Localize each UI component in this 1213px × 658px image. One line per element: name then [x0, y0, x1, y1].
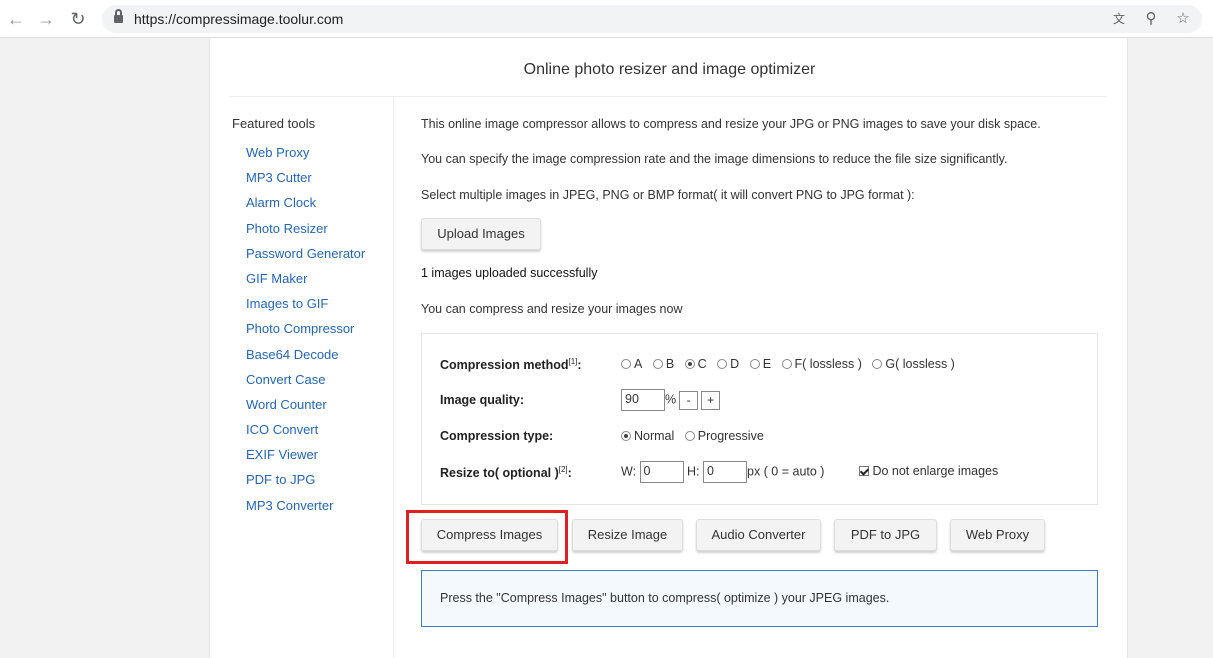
sidebar-link-web-proxy[interactable]: Web Proxy	[246, 145, 365, 170]
method-option-c[interactable]: C	[684, 357, 707, 371]
sidebar-link-ico-convert[interactable]: ICO Convert	[246, 422, 365, 447]
translate-icon[interactable]: 文	[1110, 10, 1128, 28]
web-proxy-button[interactable]: Web Proxy	[950, 519, 1045, 551]
sidebar-link-pdf-to-jpg[interactable]: PDF to JPG	[246, 472, 365, 497]
ready-text: You can compress and resize your images …	[421, 302, 683, 316]
compression-type-options: Normal Progressive	[621, 429, 771, 443]
sidebar-link-photo-compressor[interactable]: Photo Compressor	[246, 321, 365, 346]
audio-converter-button[interactable]: Audio Converter	[696, 519, 821, 551]
quality-minus-button[interactable]: -	[679, 390, 699, 410]
reload-icon[interactable]: ↻	[68, 9, 88, 29]
browser-toolbar: ← → ↻ https://compressimage.toolur.com 文…	[0, 0, 1213, 38]
bookmark-star-icon[interactable]: ☆	[1174, 10, 1192, 28]
method-option-d[interactable]: D	[717, 357, 739, 371]
quality-input[interactable]: 90	[621, 389, 665, 411]
sidebar-link-password-generator[interactable]: Password Generator	[246, 246, 365, 271]
lock-icon	[114, 9, 123, 23]
resize-footnote[interactable]: [2]	[559, 465, 568, 474]
sidebar-link-gif-maker[interactable]: GIF Maker	[246, 271, 365, 296]
back-arrow-icon[interactable]: ←	[6, 9, 26, 29]
percent-sign: %	[665, 392, 677, 407]
quality-plus-button[interactable]: +	[701, 390, 721, 410]
resize-image-button[interactable]: Resize Image	[572, 519, 683, 551]
sidebar-link-mp3-converter[interactable]: MP3 Converter	[246, 498, 365, 523]
address-bar[interactable]: https://compressimage.toolur.com 文 ⚲ ☆	[102, 5, 1202, 33]
type-normal-option[interactable]: Normal	[621, 429, 674, 443]
sidebar-link-alarm-clock[interactable]: Alarm Clock	[246, 195, 365, 220]
upload-status: 1 images uploaded successfully	[421, 266, 598, 280]
image-quality-controls: 90% - +	[621, 389, 721, 411]
page-container: Online photo resizer and image optimizer…	[209, 38, 1128, 658]
zoom-icon[interactable]: ⚲	[1142, 10, 1160, 28]
method-footnote[interactable]: [1]	[569, 357, 578, 366]
intro-text-1: This online image compressor allows to c…	[421, 117, 1041, 131]
width-input[interactable]: 0	[639, 461, 684, 483]
compression-method-options: A B C D E F( lossless ) G( lossless )	[621, 357, 962, 371]
upload-images-button[interactable]: Upload Images	[421, 218, 541, 250]
compression-type-label: Compression type:	[440, 429, 554, 443]
method-option-g[interactable]: G( lossless )	[872, 357, 955, 371]
sidebar-link-convert-case[interactable]: Convert Case	[246, 372, 365, 397]
sidebar-link-base64-decode[interactable]: Base64 Decode	[246, 347, 365, 372]
intro-text-2: You can specify the image compression ra…	[421, 152, 1008, 166]
intro-text-3: Select multiple images in JPEG, PNG or B…	[421, 188, 915, 202]
options-panel: Compression method[1]: A B C D E F( loss…	[421, 333, 1098, 505]
resize-controls: W: 0 H: 0 px ( 0 = auto ) Do not enlarge …	[621, 461, 998, 483]
method-option-f[interactable]: F( lossless )	[781, 357, 862, 371]
title-divider	[230, 96, 1106, 97]
height-input[interactable]: 0	[703, 461, 747, 483]
height-label: H:	[687, 464, 700, 479]
compress-button-highlight	[406, 510, 568, 564]
sidebar-link-word-counter[interactable]: Word Counter	[246, 397, 365, 422]
info-message: Press the "Compress Images" button to co…	[421, 570, 1098, 627]
sidebar-link-mp3-cutter[interactable]: MP3 Cutter	[246, 170, 365, 195]
method-option-e[interactable]: E	[749, 357, 771, 371]
pdf-to-jpg-button[interactable]: PDF to JPG	[834, 519, 937, 551]
resize-label: Resize to( optional )[2]:	[440, 465, 572, 481]
no-enlarge-checkbox[interactable]: Do not enlarge images	[859, 464, 998, 478]
image-quality-label: Image quality:	[440, 393, 525, 407]
width-label: W:	[621, 464, 637, 479]
forward-arrow-icon[interactable]: →	[36, 9, 56, 29]
featured-tools-heading: Featured tools	[232, 116, 316, 131]
sidebar-link-exif-viewer[interactable]: EXIF Viewer	[246, 447, 365, 472]
method-option-a[interactable]: A	[621, 357, 642, 371]
px-note: px ( 0 = auto )	[747, 464, 825, 479]
sidebar-link-photo-resizer[interactable]: Photo Resizer	[246, 221, 365, 246]
url-text[interactable]: https://compressimage.toolur.com	[134, 11, 343, 27]
sidebar-divider	[393, 98, 394, 658]
featured-tools-list: Web Proxy MP3 Cutter Alarm Clock Photo R…	[246, 145, 365, 523]
compression-method-label: Compression method[1]:	[440, 357, 582, 373]
type-progressive-option[interactable]: Progressive	[684, 429, 764, 443]
sidebar-link-images-to-gif[interactable]: Images to GIF	[246, 296, 365, 321]
method-option-b[interactable]: B	[652, 357, 674, 371]
page-title: Online photo resizer and image optimizer	[523, 61, 816, 78]
